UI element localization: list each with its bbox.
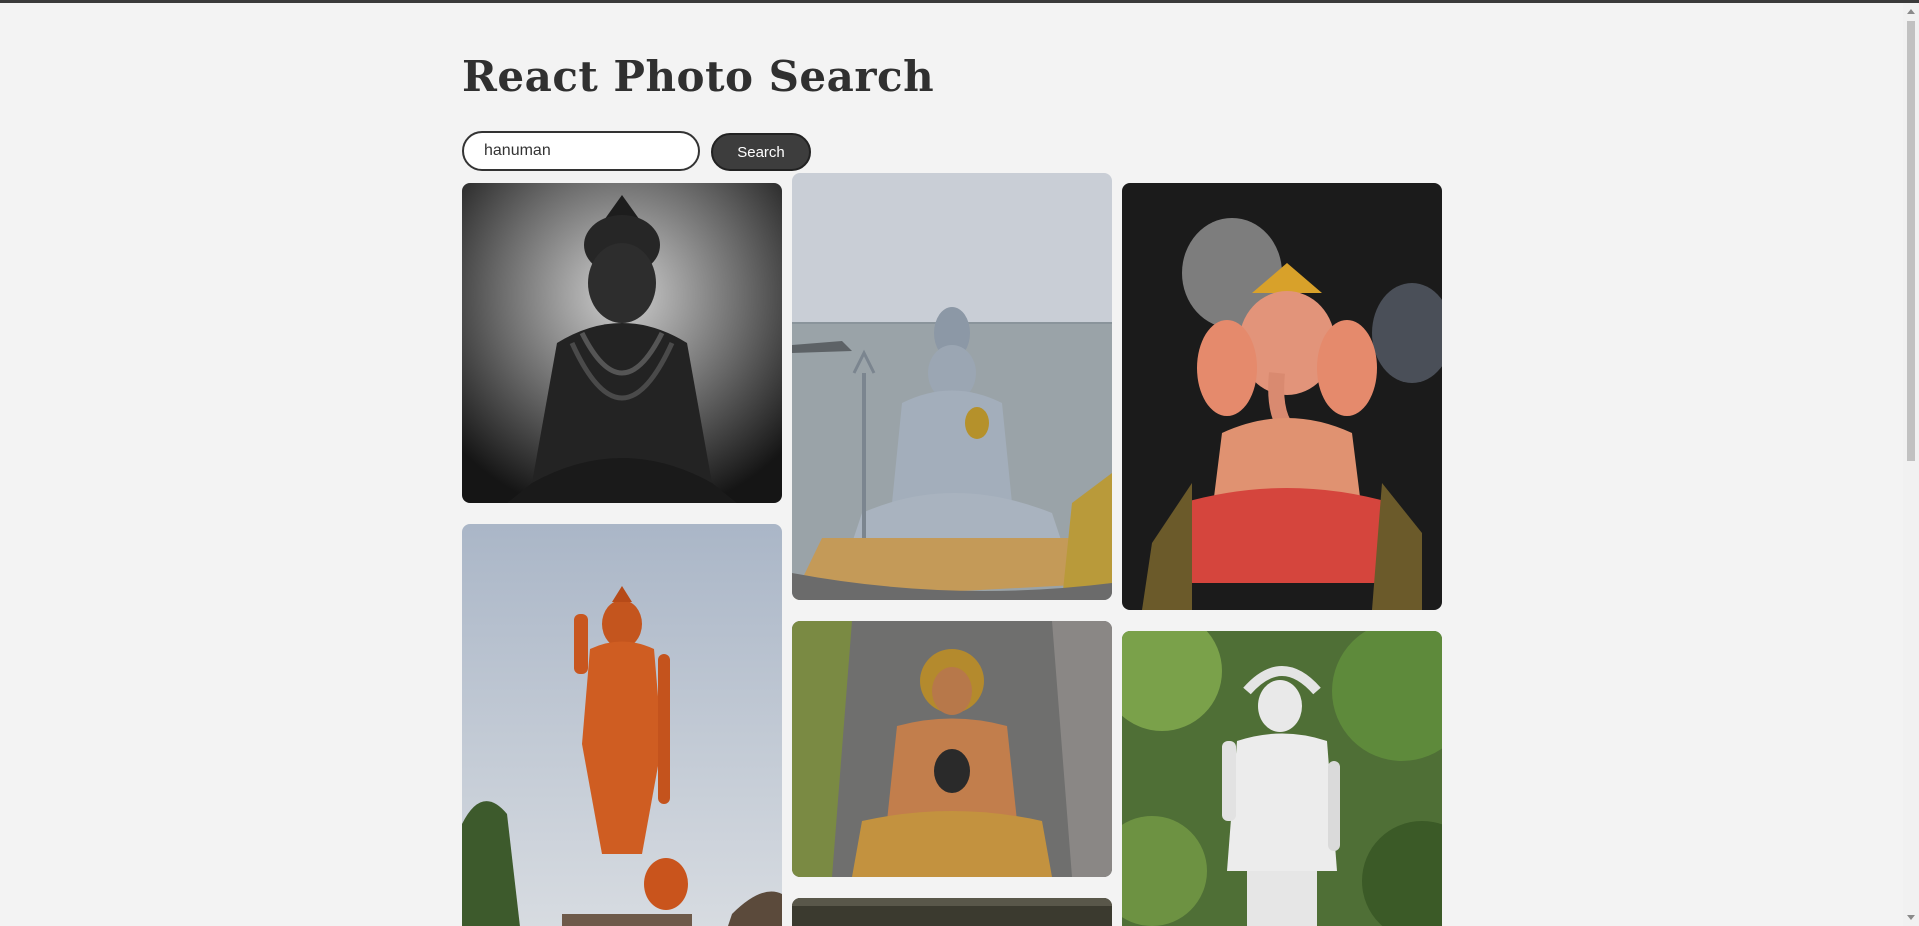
photo-hanuman-cave-statue[interactable]	[792, 621, 1112, 877]
photo-hanuman-statue-black-white[interactable]	[462, 183, 782, 503]
page: React Photo Search Search	[0, 3, 1903, 926]
scroll-down-icon[interactable]	[1907, 915, 1915, 920]
photo-hanuman-statue-white-forest[interactable]	[1122, 631, 1442, 926]
search-input[interactable]	[462, 131, 700, 171]
vertical-scrollbar[interactable]	[1903, 3, 1919, 926]
scroll-up-icon[interactable]	[1907, 9, 1915, 14]
photo-partial-bottom[interactable]	[792, 898, 1112, 926]
photo-hanuman-statue-orange[interactable]	[462, 524, 782, 926]
page-title: React Photo Search	[462, 52, 935, 101]
photo-shiva-statue-ocean[interactable]	[792, 173, 1112, 600]
photo-ganesha-idol[interactable]	[1122, 183, 1442, 610]
search-button[interactable]: Search	[711, 133, 811, 171]
scrollbar-thumb[interactable]	[1907, 21, 1915, 461]
